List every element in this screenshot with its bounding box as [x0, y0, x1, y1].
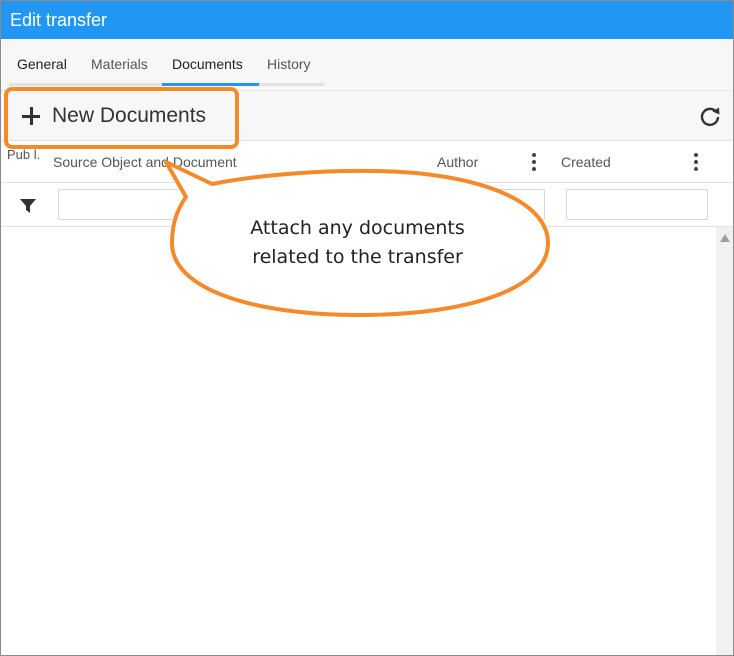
- tab-general[interactable]: General: [17, 56, 67, 72]
- tab-documents[interactable]: Documents: [172, 56, 243, 72]
- tab-bar: General Materials Documents History: [1, 39, 733, 91]
- column-header-author[interactable]: Author: [437, 154, 478, 170]
- active-tab-indicator: [162, 83, 259, 86]
- column-header-created[interactable]: Created: [561, 154, 611, 170]
- vertical-scrollbar[interactable]: [716, 227, 733, 655]
- callout-text: Attach any documents related to the tran…: [190, 214, 525, 272]
- created-column-menu-icon[interactable]: [693, 153, 699, 171]
- column-header-source[interactable]: Source Object and Document: [53, 154, 237, 170]
- column-header-publ[interactable]: Pub l.: [7, 147, 43, 162]
- callout-line-2: related to the transfer: [252, 246, 463, 268]
- callout-line-1: Attach any documents: [250, 217, 465, 239]
- tab-materials[interactable]: Materials: [91, 56, 148, 72]
- scroll-up-arrow-icon[interactable]: [720, 234, 730, 242]
- dialog-title: Edit transfer: [10, 10, 108, 30]
- author-column-menu-icon[interactable]: [531, 153, 537, 171]
- refresh-icon[interactable]: [698, 104, 722, 128]
- filter-icon[interactable]: [19, 197, 37, 215]
- new-documents-highlight: [4, 87, 239, 149]
- created-filter-input[interactable]: [566, 189, 708, 220]
- tab-history[interactable]: History: [267, 56, 311, 72]
- dialog-titlebar: Edit transfer: [1, 1, 733, 39]
